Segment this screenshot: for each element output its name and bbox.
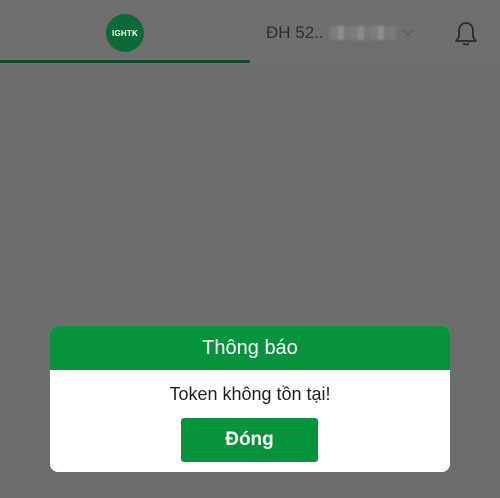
tab-underline bbox=[0, 60, 250, 63]
logo-text: IGHTK bbox=[112, 28, 138, 38]
chevron-down-icon bbox=[402, 27, 414, 39]
brand-logo[interactable]: IGHTK bbox=[106, 14, 144, 52]
close-button[interactable]: Đóng bbox=[181, 418, 318, 462]
dialog-message: Token không tồn tại! bbox=[169, 384, 331, 404]
order-label: ĐH 52.. bbox=[266, 23, 324, 42]
blurred-order-number bbox=[329, 26, 396, 40]
top-bar: IGHTK ĐH 52.. bbox=[0, 0, 500, 64]
alert-dialog: Thông báo Token không tồn tại! Đóng bbox=[50, 326, 450, 472]
dialog-title: Thông báo bbox=[202, 336, 298, 359]
order-selector[interactable]: ĐH 52.. bbox=[266, 22, 414, 44]
dialog-header: Thông báo bbox=[50, 326, 450, 370]
bell-icon[interactable] bbox=[453, 20, 479, 48]
